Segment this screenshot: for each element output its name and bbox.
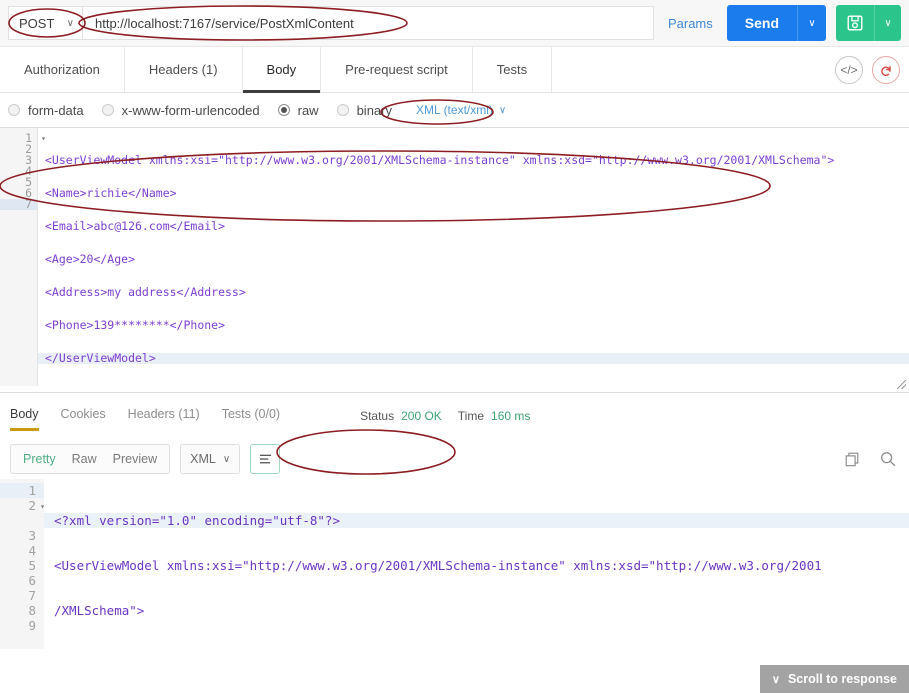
response-gutter: 1 2 ▾ 3 4 5 6 7 8 9: [0, 479, 45, 649]
word-wrap-toggle-button[interactable]: [250, 444, 281, 474]
line-number: 1: [0, 483, 44, 498]
undo-arrow-icon: [881, 65, 891, 76]
http-method-label: POST: [19, 15, 55, 31]
save-options-chevron-down-icon[interactable]: ∨: [874, 5, 901, 41]
code-line: <?xml version="1.0" encoding="utf-8"?>: [44, 513, 909, 528]
time-value: 160 ms: [491, 409, 531, 423]
tab-body[interactable]: Body: [242, 47, 322, 93]
response-meta-bar: Body Cookies Headers (11) Tests (0/0) St…: [0, 393, 909, 439]
line-number: 3: [28, 528, 36, 543]
body-type-urlencoded[interactable]: x-www-form-urlencoded: [101, 102, 260, 118]
chevron-down-icon: ∨: [498, 104, 507, 116]
code-line: <Age>20</Age>: [45, 252, 136, 266]
word-wrap-icon: [259, 454, 271, 463]
radio-icon: [101, 104, 114, 116]
code-line: <UserViewModel xmlns:xsi="http://www.w3.…: [45, 153, 835, 167]
save-button-group: ∨: [836, 5, 901, 41]
view-mode-preview[interactable]: Preview: [105, 452, 165, 466]
code-line: <UserViewModel xmlns:xsi="http://www.w3.…: [54, 558, 822, 573]
tab-tests[interactable]: Tests: [473, 47, 553, 92]
code-line: /XMLSchema">: [54, 603, 145, 618]
status-label: Status: [360, 409, 395, 423]
response-format-select[interactable]: XML ∨: [180, 444, 241, 474]
line-number: 7: [28, 588, 36, 603]
code-line: <Email>abc@126.com</Email>: [45, 219, 226, 233]
floppy-disk-icon: [847, 15, 863, 31]
response-tab-tests[interactable]: Tests (0/0): [222, 407, 280, 425]
code-line: <Address>my address</Address>: [45, 285, 246, 299]
save-button[interactable]: [836, 5, 874, 41]
http-method-selector[interactable]: POST ∨: [8, 6, 82, 40]
content-type-label: XML (text/xml): [416, 103, 493, 117]
reset-icon[interactable]: [872, 55, 900, 84]
body-type-binary-label: binary: [356, 102, 392, 118]
chevron-down-icon: ∨: [222, 453, 231, 465]
line-number: 6: [28, 573, 36, 588]
response-tab-cookies[interactable]: Cookies: [61, 407, 106, 425]
body-type-urlencoded-label: x-www-form-urlencoded: [121, 102, 260, 118]
send-options-chevron-down-icon[interactable]: ∨: [797, 5, 826, 41]
request-editor-gutter: 1 ▾ 2 3 4 5 6 7: [0, 128, 46, 386]
tab-bar-spacer: [552, 47, 835, 92]
body-type-binary[interactable]: binary: [336, 102, 392, 118]
params-button[interactable]: Params: [668, 16, 713, 31]
tab-authorization[interactable]: Authorization: [0, 47, 125, 92]
response-code: <?xml version="1.0" encoding="utf-8"?> <…: [44, 479, 909, 649]
line-number: 9: [28, 618, 36, 633]
body-type-form-data[interactable]: form-data: [8, 103, 84, 118]
chevron-down-icon: ∨: [771, 673, 780, 686]
body-type-row: form-data x-www-form-urlencoded raw bina…: [0, 93, 909, 127]
request-tab-bar: Authorization Headers (1) Body Pre-reque…: [0, 47, 909, 93]
chevron-down-icon: ∨: [66, 17, 74, 29]
request-editor-code[interactable]: <UserViewModel xmlns:xsi="http://www.w3.…: [38, 128, 909, 386]
send-button-group: Send ∨: [726, 5, 826, 41]
response-body-viewer[interactable]: 1 2 ▾ 3 4 5 6 7 8 9 <?xml version="1.0" e…: [0, 479, 909, 649]
fold-toggle-icon[interactable]: ▾: [40, 499, 45, 514]
editor-resize-handle[interactable]: [895, 378, 907, 390]
response-toolbar: Pretty Raw Preview XML ∨: [0, 439, 909, 479]
url-input[interactable]: [82, 6, 654, 40]
response-status-group: Status 200 OK Time 160 ms: [360, 409, 546, 423]
response-view-mode-group: Pretty Raw Preview: [10, 444, 171, 474]
scroll-to-response-label: Scroll to response: [787, 672, 897, 686]
line-number: [0, 513, 44, 528]
search-icon[interactable]: [877, 448, 899, 470]
request-url-bar: POST ∨ Params Send ∨ ∨: [0, 0, 909, 47]
magnifier-icon: [881, 452, 896, 467]
line-number: 5: [28, 558, 36, 573]
fold-toggle-icon[interactable]: ▾: [41, 133, 46, 144]
radio-icon: [8, 104, 20, 116]
request-editor-inner: 1 ▾ 2 3 4 5 6 7 <UserViewModel xmlns:xsi=…: [0, 128, 909, 386]
view-mode-raw[interactable]: Raw: [64, 452, 105, 466]
send-button[interactable]: Send: [726, 5, 797, 41]
code-line: </UserViewModel>: [38, 352, 909, 364]
time-label: Time: [457, 409, 485, 423]
code-line: <Phone>139********</Phone>: [45, 318, 226, 332]
code-line: <Name>richie</Name>: [54, 648, 909, 649]
radio-icon: [336, 104, 349, 116]
body-type-form-data-label: form-data: [28, 102, 84, 118]
response-tab-headers[interactable]: Headers (11): [128, 407, 200, 425]
scroll-to-response-button[interactable]: ∨ Scroll to response: [759, 665, 909, 693]
line-number: 2 ▾: [28, 498, 45, 514]
tab-headers[interactable]: Headers (1): [125, 47, 243, 92]
request-body-editor[interactable]: 1 ▾ 2 3 4 5 6 7 <UserViewModel xmlns:xsi=…: [0, 127, 909, 393]
copy-icon[interactable]: [841, 448, 863, 470]
code-snippet-icon[interactable]: </>: [835, 55, 863, 84]
tab-pre-request-script[interactable]: Pre-request script: [321, 47, 473, 92]
response-format-label: XML: [190, 452, 216, 466]
content-type-select[interactable]: XML (text/xml) ∨: [416, 103, 506, 117]
line-number: 7: [0, 198, 37, 210]
radio-checked-icon: [277, 104, 290, 116]
line-number: 8: [28, 603, 36, 618]
line-number: 4: [28, 543, 36, 558]
body-type-raw-label: raw: [297, 102, 319, 118]
code-line: <Name>richie</Name>: [45, 186, 177, 200]
status-badge: 200 OK: [401, 409, 442, 423]
view-mode-pretty[interactable]: Pretty: [15, 452, 64, 466]
body-type-raw[interactable]: raw: [277, 102, 319, 118]
copy-glyph-icon: [845, 452, 859, 467]
response-tab-body[interactable]: Body: [10, 407, 39, 431]
